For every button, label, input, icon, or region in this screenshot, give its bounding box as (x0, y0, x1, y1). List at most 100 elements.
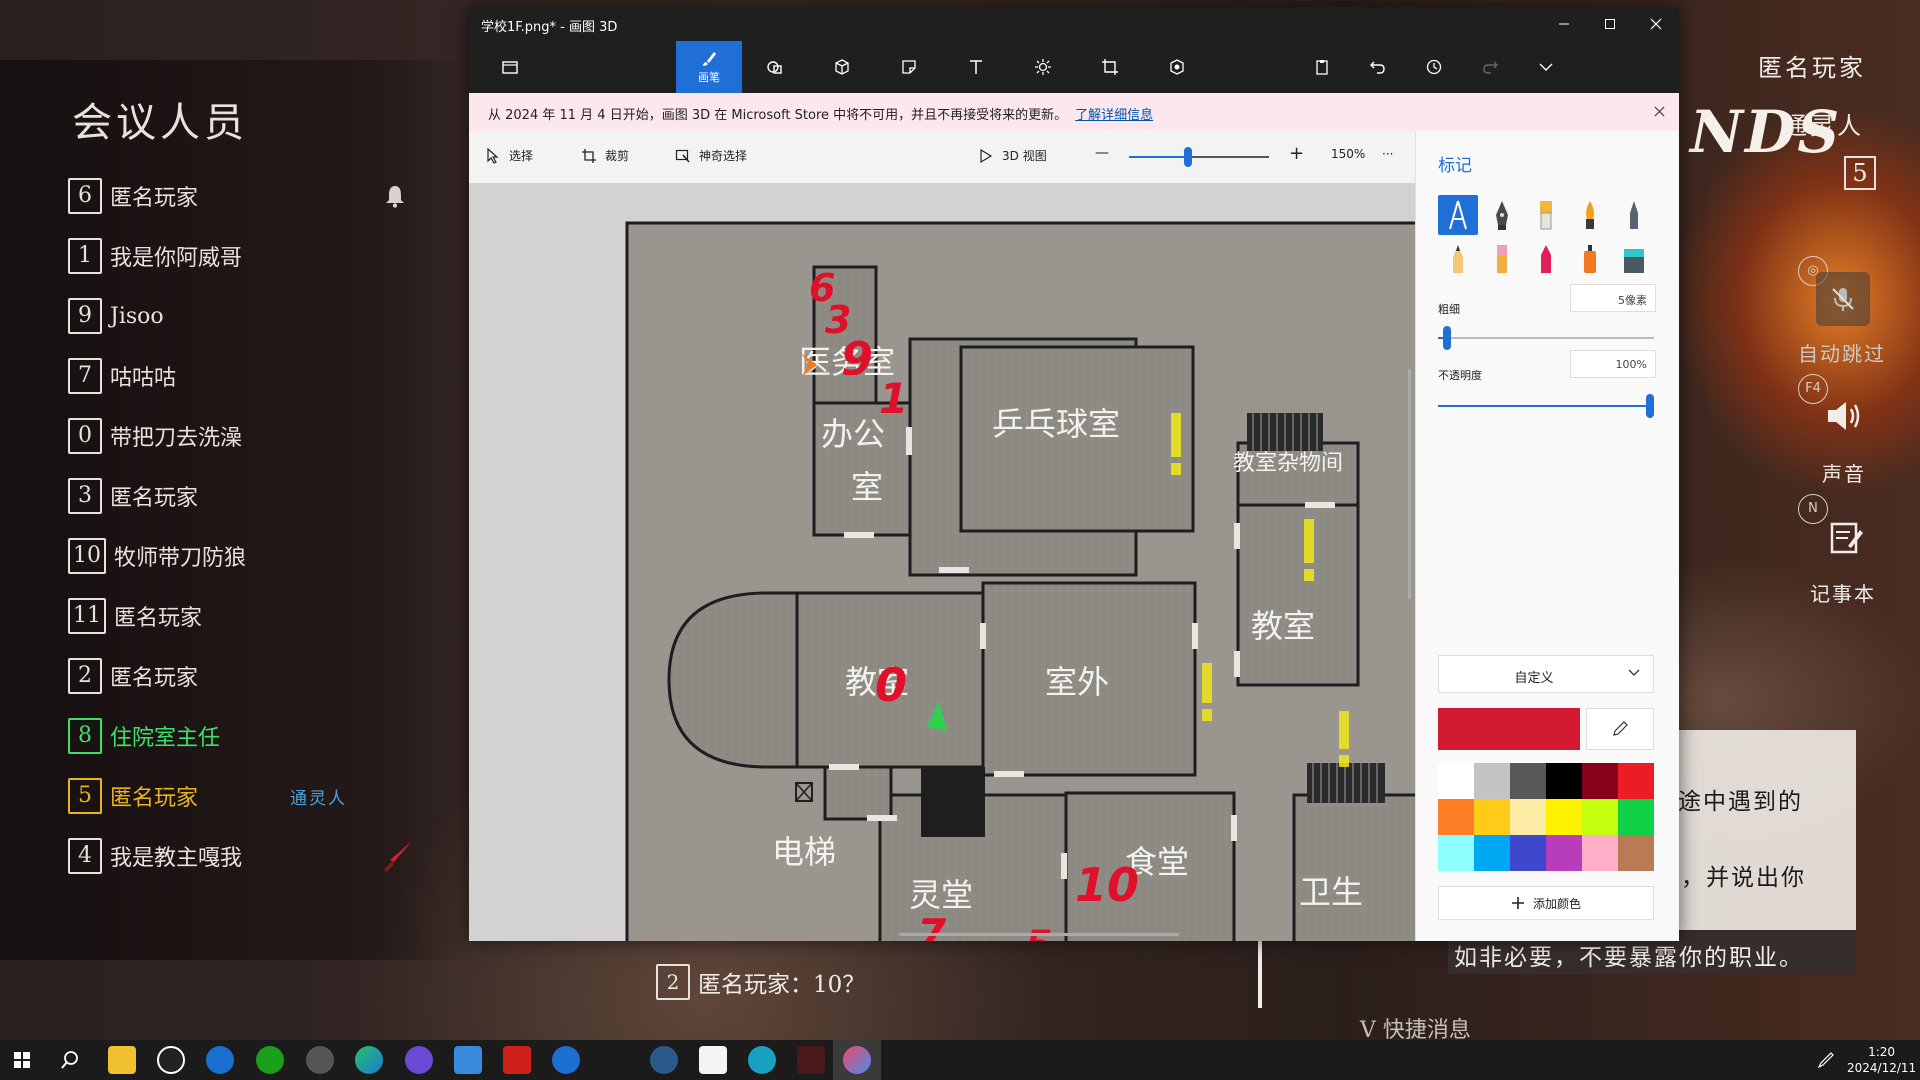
stickers-tool[interactable] (876, 41, 942, 93)
calligraphy-pen-brush[interactable] (1482, 195, 1522, 235)
canvas-area[interactable]: 医务室 办公 室 乒乓球室 教室杂物间 教室 教室 室外 电梯 灵堂 食堂 卫生… (469, 183, 1415, 941)
player-row[interactable]: 8 住院室主任 (68, 716, 220, 756)
wps-icon[interactable] (503, 1046, 531, 1074)
zoom-value[interactable]: 150% (1331, 147, 1365, 161)
xbox-icon[interactable] (256, 1046, 284, 1074)
thickness-slider-thumb[interactable] (1443, 326, 1451, 350)
color-swatch[interactable] (1618, 799, 1654, 835)
oil-brush[interactable] (1526, 195, 1566, 235)
floor-plan-canvas[interactable]: 医务室 办公 室 乒乓球室 教室杂物间 教室 教室 室外 电梯 灵堂 食堂 卫生… (469, 183, 1415, 941)
color-swatch[interactable] (1546, 799, 1582, 835)
notepad-icon[interactable] (699, 1046, 727, 1074)
horizontal-scrollbar[interactable] (899, 933, 1179, 936)
opacity-input[interactable]: 100% (1570, 350, 1656, 378)
thickness-slider[interactable] (1438, 326, 1654, 350)
color-swatch[interactable] (1546, 835, 1582, 871)
2d-shapes-tool[interactable] (742, 41, 808, 93)
learn-more-link[interactable]: 了解详细信息 (1075, 108, 1153, 123)
color-swatch[interactable] (1510, 835, 1546, 871)
feishu-icon[interactable] (454, 1046, 482, 1074)
color-swatch[interactable] (1582, 763, 1618, 799)
browser-q-icon[interactable] (206, 1046, 234, 1074)
effects-tool[interactable] (1010, 41, 1076, 93)
player-row[interactable]: 6 匿名玩家 (68, 176, 198, 216)
vertical-scrollbar[interactable] (1408, 369, 1411, 599)
brushes-tool[interactable]: 画笔 (676, 41, 742, 93)
color-swatch[interactable] (1618, 835, 1654, 871)
mic-button[interactable] (1816, 272, 1870, 326)
game-icon[interactable] (797, 1046, 825, 1074)
auto-skip-label[interactable]: 自动跳过 (1798, 338, 1886, 367)
magic-select-button[interactable]: 神奇选择 (675, 147, 747, 164)
speaker-icon[interactable] (1824, 398, 1864, 434)
edge-icon[interactable] (355, 1046, 383, 1074)
color-swatch[interactable] (1582, 799, 1618, 835)
text-tool[interactable] (943, 41, 1009, 93)
app-ring-icon[interactable] (748, 1046, 776, 1074)
color-swatch[interactable] (1510, 799, 1546, 835)
maximize-button[interactable] (1587, 7, 1633, 41)
clock[interactable]: 1:20 2024/12/11 (1847, 1044, 1916, 1076)
thickness-input[interactable]: 5像素 (1570, 284, 1656, 312)
3d-library-tool[interactable] (1144, 41, 1210, 93)
fill-brush[interactable] (1614, 239, 1654, 279)
speed-gauge-icon[interactable] (306, 1046, 334, 1074)
canvas-tool[interactable] (1077, 41, 1143, 93)
player-row[interactable]: 11 匿名玩家 (68, 596, 202, 636)
menu-button[interactable] (477, 41, 543, 93)
windows-start-icon[interactable] (14, 1052, 30, 1068)
color-swatch[interactable] (1618, 763, 1654, 799)
pen-app-icon[interactable] (601, 1046, 629, 1074)
3d-view-button[interactable]: 3D 视图 (978, 147, 1047, 164)
notebook-icon[interactable] (1826, 518, 1864, 556)
add-color-button[interactable]: 添加颜色 (1438, 886, 1654, 920)
pen-tray-icon[interactable] (1818, 1052, 1834, 1068)
3d-shapes-tool[interactable] (809, 41, 875, 93)
eyedropper-button[interactable] (1586, 708, 1654, 750)
opacity-slider[interactable] (1438, 394, 1654, 418)
player-row[interactable]: 7 咕咕咕 (68, 356, 176, 396)
player-row[interactable]: 0 带把刀去洗澡 (68, 416, 242, 456)
bell-icon[interactable] (382, 183, 408, 209)
pencil-brush[interactable] (1438, 239, 1478, 279)
notice-close-button[interactable] (1654, 102, 1665, 121)
color-swatch[interactable] (1474, 799, 1510, 835)
player-row[interactable]: 10 牧师带刀防狼 (68, 536, 246, 576)
minimize-button[interactable] (1541, 7, 1587, 41)
browser-icon[interactable] (552, 1046, 580, 1074)
marker-brush[interactable] (1438, 195, 1478, 235)
player-row[interactable]: 3 匿名玩家 (68, 476, 198, 516)
steam-icon[interactable] (650, 1046, 678, 1074)
qq-icon[interactable] (157, 1046, 185, 1074)
crop-button[interactable]: 裁剪 (581, 147, 629, 164)
player-row[interactable]: 5 匿名玩家 通灵人 (68, 776, 428, 816)
zoom-out-button[interactable]: — (1095, 145, 1109, 161)
color-swatch[interactable] (1438, 799, 1474, 835)
search-icon[interactable] (60, 1050, 80, 1070)
player-row[interactable]: 2 匿名玩家 (68, 656, 198, 696)
watercolor-brush[interactable] (1570, 195, 1610, 235)
color-swatch[interactable] (1474, 835, 1510, 871)
eraser-brush[interactable] (1482, 239, 1522, 279)
zoom-slider[interactable] (1129, 147, 1269, 167)
file-explorer-icon[interactable] (108, 1046, 136, 1074)
color-swatch[interactable] (1582, 835, 1618, 871)
spray-can-brush[interactable] (1570, 239, 1610, 279)
current-color-swatch[interactable] (1438, 708, 1580, 750)
palette-dropdown[interactable]: 自定义 (1438, 655, 1654, 693)
pixel-pen-brush[interactable] (1614, 195, 1654, 235)
player-row[interactable]: 4 我是教主嘎我 (68, 836, 242, 876)
color-swatch[interactable] (1438, 763, 1474, 799)
zoom-slider-thumb[interactable] (1184, 147, 1192, 167)
color-swatch[interactable] (1438, 835, 1474, 871)
color-swatch[interactable] (1546, 763, 1582, 799)
opacity-slider-thumb[interactable] (1646, 394, 1654, 418)
media-player-icon[interactable] (405, 1046, 433, 1074)
close-button[interactable] (1633, 7, 1679, 41)
zoom-in-button[interactable]: + (1289, 143, 1304, 164)
player-row[interactable]: 9 Jisoo (68, 296, 164, 336)
expand-toolbar-button[interactable] (1513, 41, 1579, 93)
select-button[interactable]: 选择 (485, 147, 533, 164)
title-bar[interactable]: 学校1F.png* - 画图 3D (469, 7, 1679, 41)
crayon-brush[interactable] (1526, 239, 1566, 279)
